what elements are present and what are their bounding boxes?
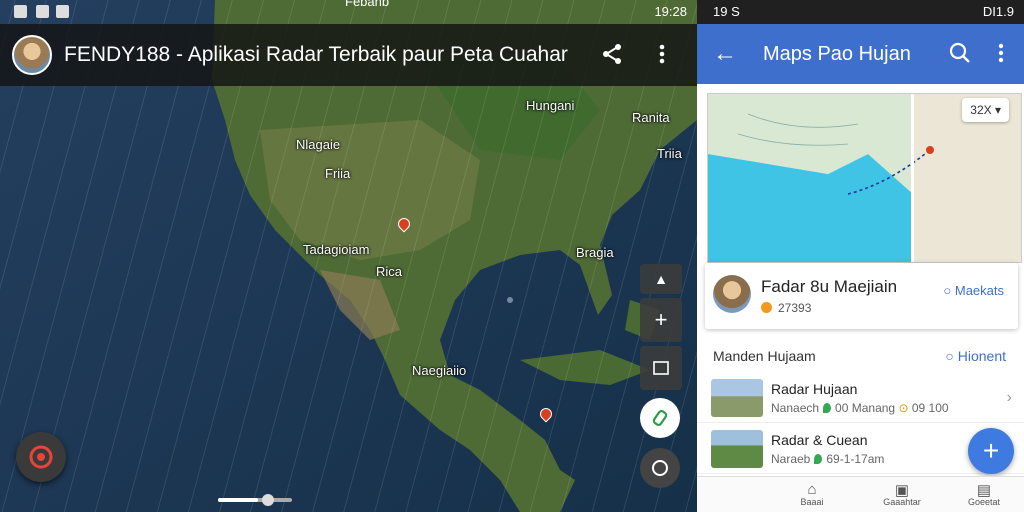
notification-icon xyxy=(14,5,27,18)
zoom-in-button[interactable]: + xyxy=(640,298,682,342)
place-label: Rica xyxy=(376,264,403,279)
list-item-title: Radar Hujaan xyxy=(771,381,858,397)
nav-item-doc[interactable]: ▤ Goeetat xyxy=(959,481,1009,507)
place-label: Nlagaie xyxy=(296,137,341,152)
nav-item-calendar[interactable]: ▣ Gaaahtar xyxy=(877,481,927,507)
layers-button[interactable] xyxy=(640,346,682,390)
more-vert-icon[interactable] xyxy=(997,42,1005,70)
calendar-icon: ▣ xyxy=(894,482,910,499)
radar-icon xyxy=(29,445,53,469)
list-item[interactable]: Radar Hujaan Nanaech 00 Manang ⊙ 09 100 › xyxy=(697,375,1024,423)
card-subtitle: 27393 xyxy=(761,301,811,315)
card-title: Fadar 8u Maejiain xyxy=(761,277,898,296)
search-icon[interactable] xyxy=(949,42,971,70)
navigation-icon xyxy=(652,410,668,426)
status-dot-icon xyxy=(761,302,772,313)
time-slider[interactable] xyxy=(218,494,292,506)
share-icon[interactable] xyxy=(600,42,624,72)
place-label: Triia xyxy=(657,146,682,161)
place-label: Bragia xyxy=(576,245,614,260)
app-header: FENDY188 - Aplikasi Radar Terbaik paur P… xyxy=(0,24,697,86)
notification-icon xyxy=(56,5,69,18)
thumbnail-image xyxy=(711,379,763,417)
list-item-subtitle: Naraeb 69-1-17am xyxy=(771,452,885,466)
home-icon: ⌂ xyxy=(807,481,817,498)
place-label: Ranita xyxy=(632,110,670,125)
layers-icon xyxy=(653,361,669,375)
place-label: Naegiaiio xyxy=(412,363,467,378)
avatar xyxy=(713,275,751,313)
slider-handle[interactable] xyxy=(262,494,274,506)
mini-map[interactable]: 32X ▾ xyxy=(707,93,1022,263)
card-action-link[interactable]: ○ Maekats xyxy=(943,283,1004,298)
app-bar: ← Maps Pao Hujan xyxy=(697,24,1024,84)
notification-icon xyxy=(36,5,49,18)
place-label: Friia xyxy=(325,166,351,181)
doc-icon: ▤ xyxy=(976,482,992,499)
section-title: Manden Hujaam xyxy=(713,348,816,364)
rain-maps-screen: 19 S DI1.9 ← Maps Pao Hujan 32X ▾ Fadar … xyxy=(697,0,1024,512)
bottom-navigation: ⌂ Baaai ▣ Gaaahtar ▤ Goeetat xyxy=(697,476,1024,512)
status-time: 19:28 xyxy=(654,4,687,19)
status-bar: 19 S DI1.9 xyxy=(697,0,1024,24)
list-item-subtitle: Nanaech 00 Manang ⊙ 09 100 xyxy=(771,401,949,415)
radar-button[interactable] xyxy=(16,432,66,482)
status-right: DI1.9 xyxy=(982,4,1014,19)
avatar[interactable] xyxy=(12,35,52,75)
radar-map-screen: Febanb 19:28 FENDY188 - Aplikasi Radar T… xyxy=(0,0,697,512)
back-arrow-icon[interactable]: ← xyxy=(713,40,743,68)
more-vert-icon[interactable] xyxy=(654,42,670,72)
app-bar-title: Maps Pao Hujan xyxy=(763,42,911,65)
search-button[interactable] xyxy=(640,448,680,488)
status-bar: Febanb 19:28 xyxy=(0,0,697,24)
status-top-text: Febanb xyxy=(345,0,390,9)
section-action-link[interactable]: ○ Hionent xyxy=(945,348,1006,364)
place-label: Tadagioiam xyxy=(303,242,370,257)
place-label: Hungani xyxy=(526,98,575,113)
status-left: 19 S xyxy=(713,4,740,19)
list-item-title: Radar & Cuean xyxy=(771,432,868,448)
chevron-right-icon: › xyxy=(1006,389,1012,406)
location-button[interactable] xyxy=(640,398,680,438)
map-zoom-dropdown[interactable]: 32X ▾ xyxy=(962,98,1009,122)
location-card[interactable]: Fadar 8u Maejiain 27393 ○ Maekats xyxy=(705,263,1018,329)
page-title: FENDY188 - Aplikasi Radar Terbaik paur P… xyxy=(64,43,568,66)
add-button[interactable]: + xyxy=(968,428,1014,474)
search-icon xyxy=(652,460,668,476)
thumbnail-image xyxy=(711,430,763,468)
nav-item-home[interactable]: ⌂ Baaai xyxy=(787,481,837,507)
compass-icon[interactable]: ▲ xyxy=(640,264,682,294)
